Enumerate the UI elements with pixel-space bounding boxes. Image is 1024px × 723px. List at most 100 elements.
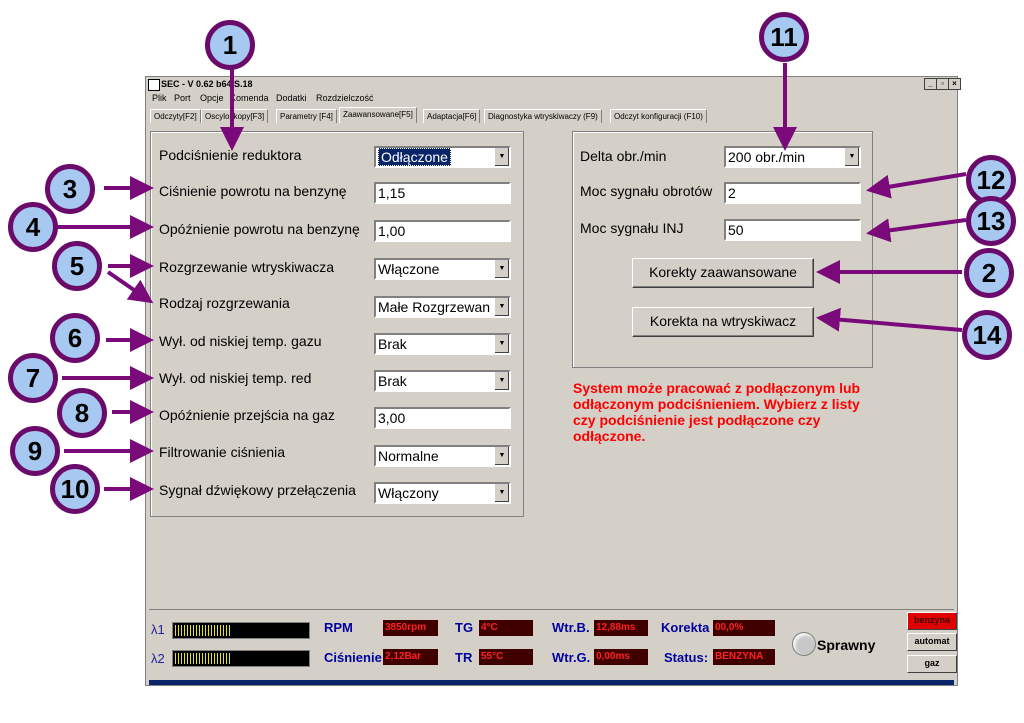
label-temp-gazu: Wył. od niskiej temp. gazu [159, 333, 322, 349]
pressure-label: Ciśnienie [324, 650, 382, 665]
lambda1-bar [172, 622, 310, 639]
korekty-zaawansowane-button[interactable]: Korekty zaawansowane [632, 258, 814, 288]
moc-obrotow-input[interactable]: 2 [724, 182, 861, 204]
temp-gazu-select[interactable]: Brak ▼ [374, 333, 511, 355]
delta-select[interactable]: 200 obr./min ▼ [724, 146, 861, 168]
tab-oscyloskopy[interactable]: Oscyloskopy[F3] [201, 109, 269, 123]
wtrb-label: Wtr.B. [552, 620, 590, 635]
tg-value: 4°C [479, 620, 533, 636]
label-temp-red: Wył. od niskiej temp. red [159, 370, 312, 386]
moc-inj-input[interactable]: 50 [724, 219, 861, 241]
menu-bar: Plik Port Opcje Komenda Dodatki Rozdziel… [146, 91, 957, 105]
tab-adaptacja[interactable]: Adaptacja[F6] [423, 109, 481, 123]
app-icon[interactable] [148, 79, 160, 91]
gaz-button[interactable]: gaz [907, 655, 957, 673]
pressure-value: 2,12Bar [383, 649, 438, 665]
tab-odczyty[interactable]: Odczyty[F2] [150, 109, 201, 123]
wtrg-label: Wtr.G. [552, 650, 591, 665]
label-rozgrzewanie: Rozgrzewanie wtryskiwacza [159, 259, 335, 275]
callout-14: 14 [962, 310, 1012, 360]
rodzaj-rozgrzewania-select[interactable]: Małe Rozgrzewan ▼ [374, 296, 511, 318]
lambda1-label: λ1 [151, 622, 165, 637]
callout-2: 2 [964, 248, 1014, 298]
dropdown-arrow-icon[interactable]: ▼ [844, 148, 859, 166]
callout-7: 7 [8, 353, 58, 403]
rpm-label: RPM [324, 620, 353, 635]
menu-komenda[interactable]: Komenda [230, 91, 269, 105]
callout-5: 5 [52, 241, 102, 291]
menu-plik[interactable]: Plik [152, 91, 167, 105]
opoznienie-powrotu-input[interactable]: 1,00 [374, 220, 511, 242]
filtrowanie-select[interactable]: Normalne ▼ [374, 445, 511, 467]
menu-opcje[interactable]: Opcje [200, 91, 224, 105]
tg-label: TG [455, 620, 474, 635]
wtrg-value: 0,00ms [594, 649, 648, 665]
tab-odczyt-konfiguracji[interactable]: Odczyt konfiguracji (F10) [610, 109, 707, 123]
podcisnienie-value: Odłączone [378, 148, 451, 166]
label-podcisnienie: Podciśnienie reduktora [159, 147, 302, 163]
menu-rozdzielczosc[interactable]: Rozdzielczość [316, 91, 374, 105]
tr-label: TR [455, 650, 473, 665]
status-label: Status: [664, 650, 709, 665]
dropdown-arrow-icon[interactable]: ▼ [494, 484, 509, 502]
korekta-wtryskiwacz-button[interactable]: Korekta na wtryskiwacz [632, 307, 814, 337]
dropdown-arrow-icon[interactable]: ▼ [494, 335, 509, 353]
automat-button[interactable]: automat [907, 633, 957, 651]
bottom-bar [149, 680, 954, 685]
rodzaj-rozgrzewania-value: Małe Rozgrzewan [378, 299, 491, 315]
window-title: SEC - V 0.62 b64 S.18 [161, 79, 253, 89]
lambda2-label: λ2 [151, 651, 165, 666]
podcisnienie-select[interactable]: Odłączone ▼ [374, 146, 511, 168]
tab-parametry[interactable]: Parametry [F4] [276, 109, 337, 123]
label-moc-obrotow: Moc sygnału obrotów [580, 183, 713, 199]
wtrb-value: 12,88ms [594, 620, 648, 636]
temp-red-value: Brak [378, 373, 407, 389]
label-opoznienie-gaz: Opóźnienie przejścia na gaz [159, 407, 335, 423]
dropdown-arrow-icon[interactable]: ▼ [494, 148, 509, 166]
state-label: Sprawny [817, 637, 876, 653]
sygnal-dzwiekowy-select[interactable]: Włączony ▼ [374, 482, 511, 504]
callout-9: 9 [10, 426, 60, 476]
status-value: BENZYNA [713, 649, 775, 665]
callout-10: 10 [50, 464, 100, 514]
callout-6: 6 [50, 313, 100, 363]
rozgrzewanie-select[interactable]: Włączone ▼ [374, 258, 511, 280]
callout-13: 13 [966, 196, 1016, 246]
status-led-icon [792, 632, 816, 656]
temp-red-select[interactable]: Brak ▼ [374, 370, 511, 392]
korekta-value: 00,0% [713, 620, 775, 636]
callout-3: 3 [45, 164, 95, 214]
label-rodzaj-rozgrzewania: Rodzaj rozgrzewania [159, 295, 290, 311]
delta-value: 200 obr./min [728, 149, 806, 165]
filtrowanie-value: Normalne [378, 448, 439, 464]
dropdown-arrow-icon[interactable]: ▼ [494, 372, 509, 390]
opoznienie-gaz-input[interactable]: 3,00 [374, 407, 511, 429]
lambda2-fill [175, 653, 232, 664]
korekta-label: Korekta [661, 620, 710, 635]
tab-zaawansowane[interactable]: Zaawansowane[F5] [339, 107, 417, 123]
label-opoznienie-powrotu: Opóźnienie powrotu na benzynę [159, 221, 360, 237]
callout-11: 11 [759, 12, 809, 62]
dropdown-arrow-icon[interactable]: ▼ [494, 447, 509, 465]
menu-port[interactable]: Port [174, 91, 191, 105]
rozgrzewanie-value: Włączone [378, 261, 440, 277]
arrow-5b [106, 270, 154, 304]
label-sygnal-dzwiekowy: Sygnał dźwiękowy przełączenia [159, 482, 356, 498]
rpm-value: 3850rpm [383, 620, 438, 636]
info-text: System może pracować z podłączonym lub o… [573, 380, 861, 444]
callout-4: 4 [8, 202, 58, 252]
lambda1-fill [175, 625, 232, 636]
benzyna-button[interactable]: benzyna [907, 612, 957, 630]
callout-8: 8 [57, 388, 107, 438]
label-filtrowanie: Filtrowanie ciśnienia [159, 444, 286, 460]
temp-gazu-value: Brak [378, 336, 407, 352]
dropdown-arrow-icon[interactable]: ▼ [494, 298, 509, 316]
tab-diagnostyka[interactable]: Diagnostyka wtryskiwaczy (F9) [484, 109, 602, 123]
close-button[interactable]: × [948, 78, 961, 90]
callout-1: 1 [205, 20, 255, 70]
menu-dodatki[interactable]: Dodatki [276, 91, 307, 105]
dropdown-arrow-icon[interactable]: ▼ [494, 260, 509, 278]
label-cisnienie-powrotu: Ciśnienie powrotu na benzynę [159, 183, 347, 199]
label-moc-inj: Moc sygnału INJ [580, 220, 684, 236]
cisnienie-powrotu-input[interactable]: 1,15 [374, 182, 511, 204]
